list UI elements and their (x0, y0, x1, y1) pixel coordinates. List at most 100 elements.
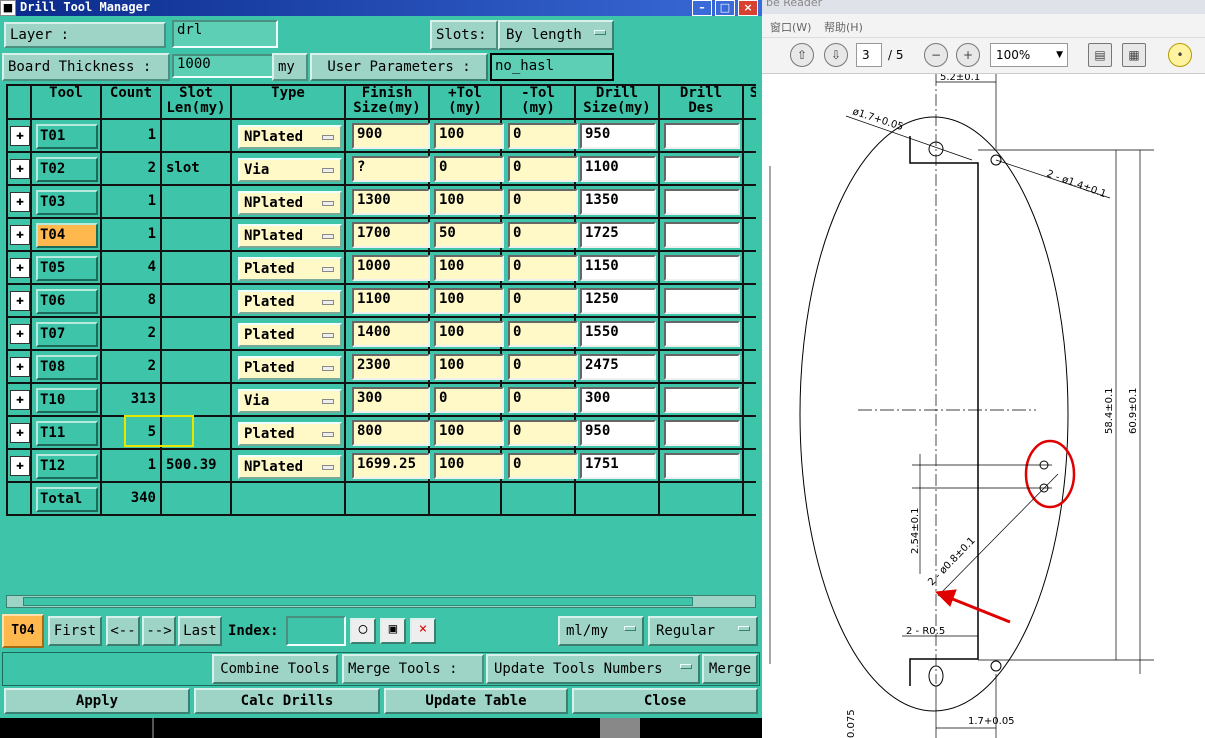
comment-icon[interactable]: • (1168, 43, 1192, 67)
type-option-menu[interactable]: NPlated (238, 455, 342, 479)
apply-button[interactable]: Apply (4, 688, 190, 714)
plus-tol-field[interactable]: 100 (434, 420, 504, 446)
drill-size-field[interactable]: 1550 (580, 321, 656, 347)
scrollbar-thumb[interactable] (23, 597, 693, 606)
drill-size-field[interactable]: 300 (580, 387, 656, 413)
plus-tol-field[interactable]: 100 (434, 354, 504, 380)
drill-des-field[interactable] (664, 321, 740, 347)
plus-tol-field[interactable]: 100 (434, 189, 504, 215)
clear-icon[interactable]: × (410, 618, 436, 644)
finish-size-field[interactable]: 1700 (352, 222, 430, 248)
plus-tol-field[interactable]: 100 (434, 453, 504, 479)
tool-button[interactable]: T07 (36, 322, 98, 347)
finish-size-field[interactable]: 1100 (352, 288, 430, 314)
merge-option-menu[interactable]: Update Tools Numbers (486, 654, 700, 684)
finish-size-field[interactable]: 800 (352, 420, 430, 446)
calc-drills-button[interactable]: Calc Drills (194, 688, 380, 714)
drill-des-field[interactable] (664, 354, 740, 380)
tool-button[interactable]: T06 (36, 289, 98, 314)
expand-row-icon[interactable]: ✚ (10, 456, 30, 476)
page-number-input[interactable]: 3 (856, 43, 882, 67)
plus-tol-field[interactable]: 100 (434, 123, 504, 149)
expand-row-icon[interactable]: ✚ (10, 159, 30, 179)
plus-tol-field[interactable]: 0 (434, 156, 504, 182)
minus-tol-field[interactable]: 0 (508, 123, 578, 149)
maximize-icon[interactable]: □ (715, 0, 735, 16)
close-window-icon[interactable]: × (738, 0, 758, 16)
menu-help[interactable]: 帮助(H) (824, 19, 863, 35)
tool-button[interactable]: T12 (36, 454, 98, 479)
minus-tol-field[interactable]: 0 (508, 156, 578, 182)
tool-button[interactable]: T02 (36, 157, 98, 182)
plus-tol-field[interactable]: 0 (434, 387, 504, 413)
drill-size-field[interactable]: 1350 (580, 189, 656, 215)
type-option-menu[interactable]: Via (238, 158, 342, 182)
drill-des-field[interactable] (664, 156, 740, 182)
minus-tol-field[interactable]: 0 (508, 255, 578, 281)
expand-row-icon[interactable]: ✚ (10, 423, 30, 443)
layer-field[interactable]: drl (172, 20, 278, 48)
expand-row-icon[interactable]: ✚ (10, 390, 30, 410)
drill-size-field[interactable]: 950 (580, 123, 656, 149)
drill-size-field[interactable]: 1250 (580, 288, 656, 314)
board-thickness-field[interactable]: 1000 (172, 54, 274, 78)
expand-row-icon[interactable]: ✚ (10, 258, 30, 278)
finish-size-field[interactable]: 1000 (352, 255, 430, 281)
type-option-menu[interactable]: NPlated (238, 191, 342, 215)
tool-button[interactable]: T10 (36, 388, 98, 413)
type-option-menu[interactable]: Plated (238, 257, 342, 281)
drill-des-field[interactable] (664, 453, 740, 479)
fit-page-icon[interactable]: ▤ (1088, 43, 1112, 67)
drill-des-field[interactable] (664, 123, 740, 149)
minus-tol-field[interactable]: 0 (508, 288, 578, 314)
slots-option-menu[interactable]: By length (498, 20, 614, 50)
drill-size-field[interactable]: 1150 (580, 255, 656, 281)
merge-button[interactable]: Merge (702, 654, 758, 684)
tool-button[interactable]: T03 (36, 190, 98, 215)
type-option-menu[interactable]: NPlated (238, 125, 342, 149)
finish-size-field[interactable]: ? (352, 156, 430, 182)
horizontal-scrollbar[interactable] (6, 595, 756, 608)
minimize-icon[interactable]: – (692, 0, 712, 16)
zoom-select[interactable]: 100% ▼ (990, 43, 1068, 67)
drill-des-field[interactable] (664, 288, 740, 314)
menu-window[interactable]: 窗口(W) (770, 19, 811, 35)
plus-tol-field[interactable]: 100 (434, 321, 504, 347)
minus-tol-field[interactable]: 0 (508, 189, 578, 215)
plus-tol-field[interactable]: 50 (434, 222, 504, 248)
finish-size-field[interactable]: 300 (352, 387, 430, 413)
minus-tol-field[interactable]: 0 (508, 420, 578, 446)
drill-size-field[interactable]: 950 (580, 420, 656, 446)
type-option-menu[interactable]: Plated (238, 323, 342, 347)
tool-button[interactable]: T05 (36, 256, 98, 281)
close-button[interactable]: Close (572, 688, 758, 714)
drill-des-field[interactable] (664, 387, 740, 413)
last-button[interactable]: Last (178, 616, 222, 646)
expand-row-icon[interactable]: ✚ (10, 324, 30, 344)
finish-size-field[interactable]: 1400 (352, 321, 430, 347)
combine-tools-button[interactable]: Combine Tools (212, 654, 338, 684)
prev-button[interactable]: <-- (106, 616, 140, 646)
mode-option-menu[interactable]: Regular (648, 616, 758, 646)
type-option-menu[interactable]: Via (238, 389, 342, 413)
type-option-menu[interactable]: Plated (238, 356, 342, 380)
next-button[interactable]: --> (142, 616, 176, 646)
mark-icon[interactable]: ▣ (380, 618, 406, 644)
bulb-icon[interactable]: ◯ (350, 618, 376, 644)
tool-button[interactable]: T08 (36, 355, 98, 380)
type-option-menu[interactable]: Plated (238, 422, 342, 446)
drill-size-field[interactable]: 1725 (580, 222, 656, 248)
expand-row-icon[interactable]: ✚ (10, 192, 30, 212)
minus-tol-field[interactable]: 0 (508, 222, 578, 248)
finish-size-field[interactable]: 1699.25 (352, 453, 430, 479)
finish-size-field[interactable]: 2300 (352, 354, 430, 380)
zoom-out-icon[interactable]: − (924, 43, 948, 67)
fit-width-icon[interactable]: ▦ (1122, 43, 1146, 67)
tool-button[interactable]: T01 (36, 124, 98, 149)
type-option-menu[interactable]: Plated (238, 290, 342, 314)
drill-des-field[interactable] (664, 420, 740, 446)
finish-size-field[interactable]: 1300 (352, 189, 430, 215)
user-parameters-field[interactable]: no_hasl (490, 53, 614, 81)
plus-tol-field[interactable]: 100 (434, 255, 504, 281)
minus-tol-field[interactable]: 0 (508, 354, 578, 380)
